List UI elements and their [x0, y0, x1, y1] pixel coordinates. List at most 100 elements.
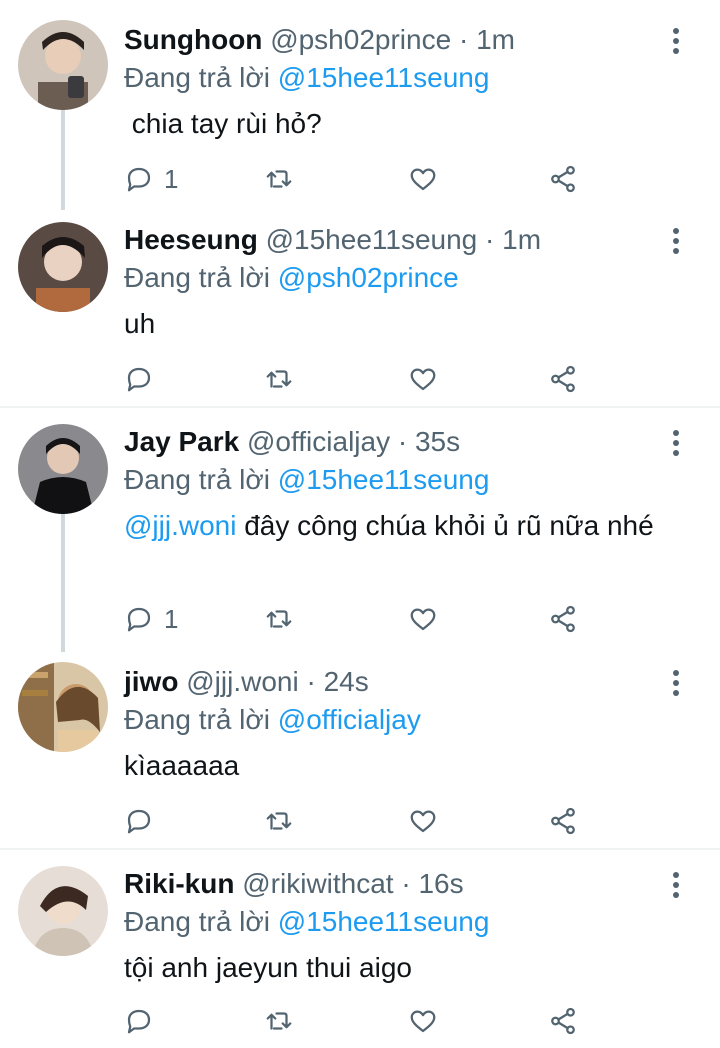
tweet-riki-kun[interactable]: Riki-kun @rikiwithcat · 16s Đang trả lời…	[0, 844, 720, 1048]
tweet-text: chia tay rùi hỏ?	[124, 108, 322, 139]
tweet-text: kìaaaaaa	[124, 750, 240, 781]
retweet-icon	[266, 812, 292, 830]
display-name[interactable]: Heeseung	[124, 224, 258, 255]
thread-line	[61, 514, 65, 652]
avatar[interactable]	[18, 866, 108, 956]
tweet-header: Heeseung @15hee11seung · 1m	[124, 222, 541, 258]
tweet-sunghoon[interactable]: Sunghoon @psh02prince · 1m Đang trả lời …	[0, 0, 720, 210]
action-bar	[124, 804, 584, 838]
like-button[interactable]	[408, 362, 438, 396]
action-bar: 1	[124, 162, 584, 196]
reply-button[interactable]: 1	[124, 602, 178, 636]
user-handle[interactable]: @jjj.woni	[186, 666, 298, 697]
reply-button[interactable]	[124, 362, 164, 396]
tweet-header: Jay Park @officialjay · 35s	[124, 424, 460, 460]
retweet-icon	[266, 610, 292, 628]
timestamp[interactable]: 24s	[324, 666, 369, 697]
user-handle[interactable]: @rikiwithcat	[242, 868, 393, 899]
replying-label: Đang trả lời	[124, 262, 270, 293]
share-icon	[551, 1007, 575, 1035]
reply-icon	[127, 167, 151, 192]
reply-button[interactable]	[124, 1004, 164, 1038]
retweet-button[interactable]	[264, 1004, 294, 1038]
tweet-text: @jjj.woni đây công chúa khỏi ủ rũ nữa nh…	[124, 506, 684, 546]
share-button[interactable]	[548, 602, 578, 636]
replying-to: Đang trả lời @15hee11seung	[124, 462, 489, 498]
reply-mention[interactable]: @officialjay	[278, 704, 421, 735]
share-icon	[551, 605, 575, 633]
timestamp[interactable]: 1m	[502, 224, 541, 255]
text-mention[interactable]: @jjj.woni	[124, 510, 236, 541]
replying-to: Đang trả lời @officialjay	[124, 702, 421, 738]
retweet-button[interactable]	[264, 602, 294, 636]
share-icon	[551, 365, 575, 393]
tweet-jay-park[interactable]: Jay Park @officialjay · 35s Đang trả lời…	[0, 402, 720, 652]
share-button[interactable]	[548, 1004, 578, 1038]
avatar[interactable]	[18, 662, 108, 752]
display-name[interactable]: Jay Park	[124, 426, 239, 457]
tweet-header: Sunghoon @psh02prince · 1m	[124, 22, 515, 58]
tweet-header: jiwo @jjj.woni · 24s	[124, 664, 369, 700]
separator-dot: ·	[458, 24, 469, 55]
retweet-button[interactable]	[264, 362, 294, 396]
avatar[interactable]	[18, 20, 108, 110]
user-handle[interactable]: @officialjay	[247, 426, 390, 457]
reply-mention[interactable]: @15hee11seung	[278, 464, 490, 495]
display-name[interactable]: Riki-kun	[124, 868, 234, 899]
replying-to: Đang trả lời @psh02prince	[124, 260, 459, 296]
timestamp[interactable]: 35s	[415, 426, 460, 457]
replying-to: Đang trả lời @15hee11seung	[124, 904, 489, 940]
retweet-button[interactable]	[264, 804, 294, 838]
reply-mention[interactable]: @15hee11seung	[278, 62, 490, 93]
retweet-icon	[266, 1012, 292, 1030]
timestamp[interactable]: 16s	[418, 868, 463, 899]
action-bar	[124, 1004, 584, 1038]
tweet-jiwo[interactable]: jiwo @jjj.woni · 24s Đang trả lời @offic…	[0, 642, 720, 848]
reply-button[interactable]: 1	[124, 162, 178, 196]
replying-to: Đang trả lời @15hee11seung	[124, 60, 489, 96]
share-button[interactable]	[548, 804, 578, 838]
share-icon	[551, 165, 575, 193]
reply-icon	[127, 367, 151, 392]
avatar[interactable]	[18, 222, 108, 312]
action-bar: 1	[124, 602, 584, 636]
more-icon[interactable]	[672, 430, 680, 458]
like-button[interactable]	[408, 1004, 438, 1038]
retweet-button[interactable]	[264, 162, 294, 196]
tweet-header: Riki-kun @rikiwithcat · 16s	[124, 866, 464, 902]
display-name[interactable]: Sunghoon	[124, 24, 262, 55]
reply-count: 1	[164, 603, 179, 634]
reply-icon	[127, 1009, 151, 1034]
user-handle[interactable]: @15hee11seung	[266, 224, 478, 255]
replying-label: Đang trả lời	[124, 464, 270, 495]
more-icon[interactable]	[672, 28, 680, 56]
more-icon[interactable]	[672, 872, 680, 900]
replying-label: Đang trả lời	[124, 704, 270, 735]
share-button[interactable]	[548, 362, 578, 396]
more-icon[interactable]	[672, 670, 680, 698]
tweet-text-body: đây công chúa khỏi ủ rũ nữa nhé	[236, 510, 654, 541]
separator-dot: ·	[401, 868, 411, 899]
tweet-text: uh	[124, 308, 156, 339]
reply-mention[interactable]: @psh02prince	[278, 262, 459, 293]
tweet-heeseung[interactable]: Heeseung @15hee11seung · 1m Đang trả lời…	[0, 200, 720, 410]
avatar[interactable]	[18, 424, 108, 514]
share-icon	[551, 807, 575, 835]
timestamp[interactable]: 1m	[476, 24, 515, 55]
like-button[interactable]	[408, 162, 438, 196]
reply-icon	[127, 809, 151, 834]
like-icon	[410, 168, 436, 191]
share-button[interactable]	[548, 162, 578, 196]
like-button[interactable]	[408, 602, 438, 636]
like-icon	[410, 1010, 436, 1033]
reply-button[interactable]	[124, 804, 164, 838]
action-bar	[124, 362, 584, 396]
reply-icon	[127, 607, 151, 632]
reply-mention[interactable]: @15hee11seung	[278, 906, 490, 937]
user-handle[interactable]: @psh02prince	[270, 24, 451, 55]
separator-dot: ·	[397, 426, 408, 457]
separator-dot: ·	[306, 666, 316, 697]
more-icon[interactable]	[672, 228, 680, 256]
like-button[interactable]	[408, 804, 438, 838]
display-name[interactable]: jiwo	[124, 666, 178, 697]
